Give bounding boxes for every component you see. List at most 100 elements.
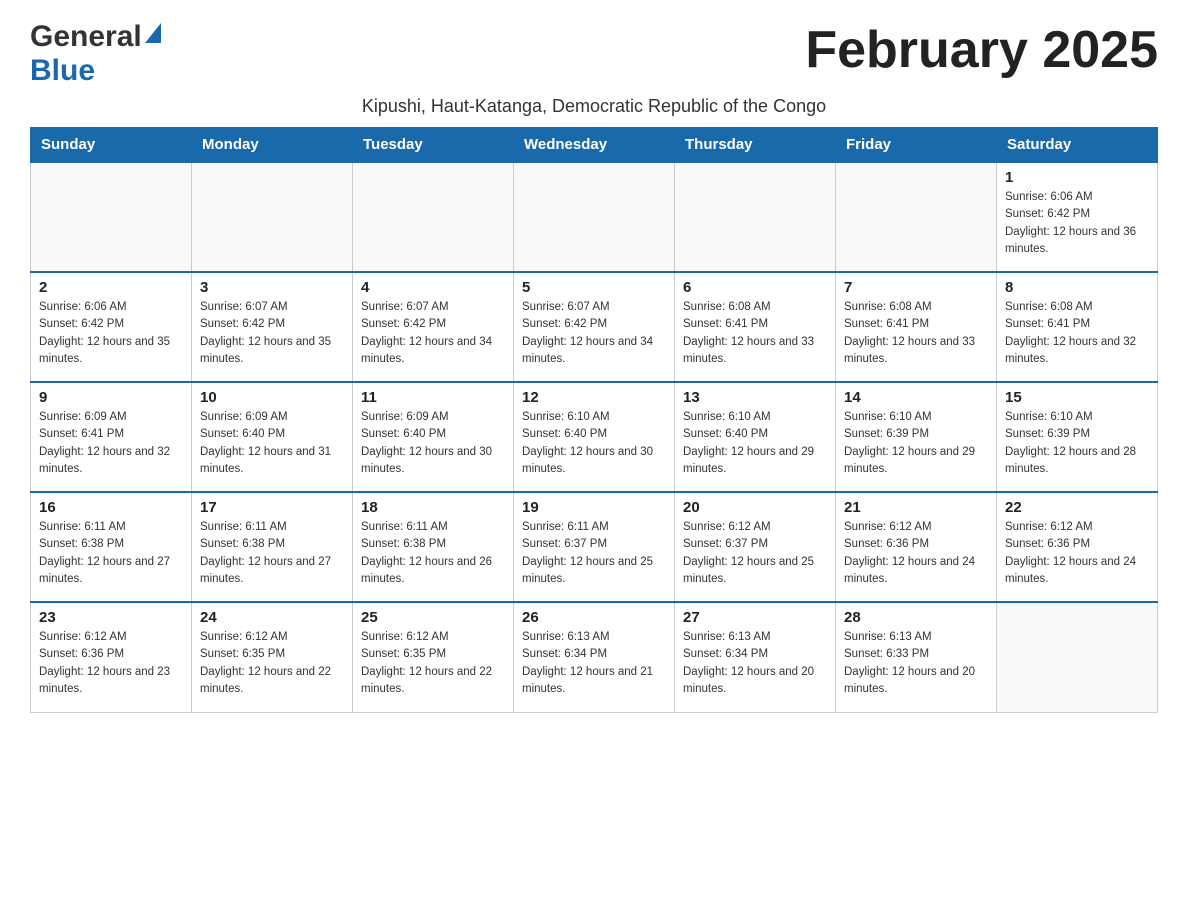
calendar-cell: 10 Sunrise: 6:09 AMSunset: 6:40 PMDayligh… <box>192 382 353 492</box>
calendar-cell: 15 Sunrise: 6:10 AMSunset: 6:39 PMDayligh… <box>997 382 1158 492</box>
logo-arrow-icon <box>145 23 161 43</box>
calendar-cell: 20 Sunrise: 6:12 AMSunset: 6:37 PMDayligh… <box>675 492 836 602</box>
day-number: 14 <box>844 389 988 406</box>
calendar-cell: 24 Sunrise: 6:12 AMSunset: 6:35 PMDayligh… <box>192 602 353 712</box>
calendar-cell <box>31 162 192 272</box>
calendar-cell: 25Sunrise: 6:12 AMSunset: 6:35 PMDayligh… <box>353 602 514 712</box>
day-number: 8 <box>1005 279 1149 296</box>
calendar-cell: 11Sunrise: 6:09 AMSunset: 6:40 PMDayligh… <box>353 382 514 492</box>
page-header: General Blue February 2025 <box>30 20 1158 88</box>
calendar-cell <box>353 162 514 272</box>
logo-blue-text: Blue <box>30 54 95 88</box>
day-number: 21 <box>844 499 988 516</box>
day-header-monday: Monday <box>192 128 353 163</box>
day-number: 27 <box>683 609 827 626</box>
calendar-cell <box>192 162 353 272</box>
calendar-cell: 9 Sunrise: 6:09 AMSunset: 6:41 PMDaylight… <box>31 382 192 492</box>
location-subtitle: Kipushi, Haut-Katanga, Democratic Republ… <box>30 96 1158 117</box>
day-info: Sunrise: 6:10 AMSunset: 6:40 PMDaylight:… <box>522 409 666 478</box>
day-info: Sunrise: 6:11 AMSunset: 6:38 PMDaylight:… <box>200 519 344 588</box>
calendar-cell: 3 Sunrise: 6:07 AMSunset: 6:42 PMDaylight… <box>192 272 353 382</box>
calendar-cell: 26 Sunrise: 6:13 AMSunset: 6:34 PMDayligh… <box>514 602 675 712</box>
calendar-cell: 7 Sunrise: 6:08 AMSunset: 6:41 PMDaylight… <box>836 272 997 382</box>
day-info: Sunrise: 6:09 AMSunset: 6:40 PMDaylight:… <box>200 409 344 478</box>
day-number: 9 <box>39 389 183 406</box>
calendar-cell <box>997 602 1158 712</box>
day-number: 19 <box>522 499 666 516</box>
day-number: 15 <box>1005 389 1149 406</box>
day-number: 17 <box>200 499 344 516</box>
day-info: Sunrise: 6:09 AMSunset: 6:40 PMDaylight:… <box>361 409 505 478</box>
day-header-friday: Friday <box>836 128 997 163</box>
day-info: Sunrise: 6:07 AMSunset: 6:42 PMDaylight:… <box>522 299 666 368</box>
calendar-week-row: 9 Sunrise: 6:09 AMSunset: 6:41 PMDaylight… <box>31 382 1158 492</box>
day-info: Sunrise: 6:06 AMSunset: 6:42 PMDaylight:… <box>39 299 183 368</box>
day-number: 22 <box>1005 499 1149 516</box>
calendar-cell <box>675 162 836 272</box>
calendar-cell <box>514 162 675 272</box>
day-info: Sunrise: 6:06 AMSunset: 6:42 PMDaylight:… <box>1005 189 1149 258</box>
calendar-table: SundayMondayTuesdayWednesdayThursdayFrid… <box>30 127 1158 713</box>
day-number: 1 <box>1005 169 1149 186</box>
day-number: 6 <box>683 279 827 296</box>
calendar-week-row: 2 Sunrise: 6:06 AMSunset: 6:42 PMDaylight… <box>31 272 1158 382</box>
day-number: 13 <box>683 389 827 406</box>
day-number: 24 <box>200 609 344 626</box>
day-info: Sunrise: 6:08 AMSunset: 6:41 PMDaylight:… <box>1005 299 1149 368</box>
day-number: 3 <box>200 279 344 296</box>
logo: General Blue <box>30 20 161 88</box>
day-info: Sunrise: 6:12 AMSunset: 6:35 PMDaylight:… <box>361 629 505 698</box>
day-number: 2 <box>39 279 183 296</box>
calendar-week-row: 23Sunrise: 6:12 AMSunset: 6:36 PMDayligh… <box>31 602 1158 712</box>
day-info: Sunrise: 6:09 AMSunset: 6:41 PMDaylight:… <box>39 409 183 478</box>
calendar-cell: 19 Sunrise: 6:11 AMSunset: 6:37 PMDayligh… <box>514 492 675 602</box>
day-info: Sunrise: 6:10 AMSunset: 6:39 PMDaylight:… <box>1005 409 1149 478</box>
day-header-sunday: Sunday <box>31 128 192 163</box>
day-number: 10 <box>200 389 344 406</box>
day-info: Sunrise: 6:12 AMSunset: 6:35 PMDaylight:… <box>200 629 344 698</box>
day-info: Sunrise: 6:13 AMSunset: 6:34 PMDaylight:… <box>522 629 666 698</box>
calendar-cell: 16 Sunrise: 6:11 AMSunset: 6:38 PMDayligh… <box>31 492 192 602</box>
day-number: 20 <box>683 499 827 516</box>
calendar-cell: 22Sunrise: 6:12 AMSunset: 6:36 PMDayligh… <box>997 492 1158 602</box>
day-number: 7 <box>844 279 988 296</box>
day-info: Sunrise: 6:10 AMSunset: 6:40 PMDaylight:… <box>683 409 827 478</box>
day-number: 4 <box>361 279 505 296</box>
calendar-cell: 13 Sunrise: 6:10 AMSunset: 6:40 PMDayligh… <box>675 382 836 492</box>
day-info: Sunrise: 6:08 AMSunset: 6:41 PMDaylight:… <box>683 299 827 368</box>
day-info: Sunrise: 6:10 AMSunset: 6:39 PMDaylight:… <box>844 409 988 478</box>
calendar-header-row: SundayMondayTuesdayWednesdayThursdayFrid… <box>31 128 1158 163</box>
day-number: 18 <box>361 499 505 516</box>
day-number: 16 <box>39 499 183 516</box>
calendar-cell: 4 Sunrise: 6:07 AMSunset: 6:42 PMDaylight… <box>353 272 514 382</box>
calendar-week-row: 1 Sunrise: 6:06 AMSunset: 6:42 PMDaylight… <box>31 162 1158 272</box>
calendar-cell: 12 Sunrise: 6:10 AMSunset: 6:40 PMDayligh… <box>514 382 675 492</box>
day-info: Sunrise: 6:12 AMSunset: 6:37 PMDaylight:… <box>683 519 827 588</box>
calendar-cell: 17 Sunrise: 6:11 AMSunset: 6:38 PMDayligh… <box>192 492 353 602</box>
calendar-cell: 2 Sunrise: 6:06 AMSunset: 6:42 PMDaylight… <box>31 272 192 382</box>
calendar-cell: 6 Sunrise: 6:08 AMSunset: 6:41 PMDaylight… <box>675 272 836 382</box>
calendar-cell: 21 Sunrise: 6:12 AMSunset: 6:36 PMDayligh… <box>836 492 997 602</box>
day-number: 12 <box>522 389 666 406</box>
day-number: 26 <box>522 609 666 626</box>
calendar-cell: 14 Sunrise: 6:10 AMSunset: 6:39 PMDayligh… <box>836 382 997 492</box>
day-header-wednesday: Wednesday <box>514 128 675 163</box>
day-info: Sunrise: 6:11 AMSunset: 6:38 PMDaylight:… <box>361 519 505 588</box>
calendar-cell: 28 Sunrise: 6:13 AMSunset: 6:33 PMDayligh… <box>836 602 997 712</box>
day-info: Sunrise: 6:08 AMSunset: 6:41 PMDaylight:… <box>844 299 988 368</box>
day-info: Sunrise: 6:13 AMSunset: 6:34 PMDaylight:… <box>683 629 827 698</box>
day-info: Sunrise: 6:11 AMSunset: 6:37 PMDaylight:… <box>522 519 666 588</box>
day-info: Sunrise: 6:07 AMSunset: 6:42 PMDaylight:… <box>361 299 505 368</box>
day-number: 5 <box>522 279 666 296</box>
calendar-cell: 5 Sunrise: 6:07 AMSunset: 6:42 PMDaylight… <box>514 272 675 382</box>
day-info: Sunrise: 6:12 AMSunset: 6:36 PMDaylight:… <box>844 519 988 588</box>
day-info: Sunrise: 6:13 AMSunset: 6:33 PMDaylight:… <box>844 629 988 698</box>
day-number: 28 <box>844 609 988 626</box>
month-title: February 2025 <box>805 20 1158 80</box>
day-header-tuesday: Tuesday <box>353 128 514 163</box>
day-header-thursday: Thursday <box>675 128 836 163</box>
calendar-cell: 18 Sunrise: 6:11 AMSunset: 6:38 PMDayligh… <box>353 492 514 602</box>
day-info: Sunrise: 6:11 AMSunset: 6:38 PMDaylight:… <box>39 519 183 588</box>
day-info: Sunrise: 6:07 AMSunset: 6:42 PMDaylight:… <box>200 299 344 368</box>
calendar-week-row: 16 Sunrise: 6:11 AMSunset: 6:38 PMDayligh… <box>31 492 1158 602</box>
